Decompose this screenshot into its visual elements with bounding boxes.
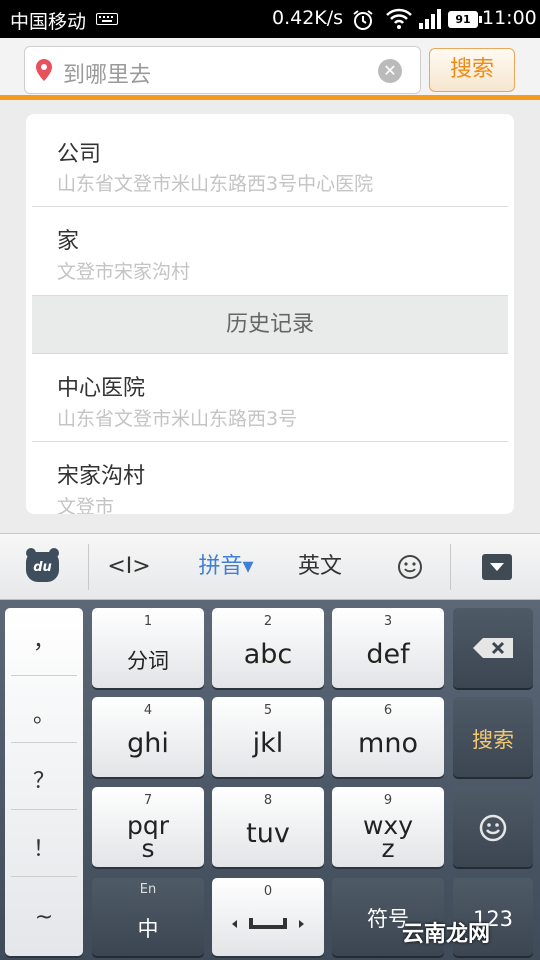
key-label: jkl xyxy=(252,728,284,759)
key-3-def[interactable]: 3 def xyxy=(332,608,444,688)
history-section-header: 历史记录 xyxy=(32,296,508,354)
smiley-icon[interactable] xyxy=(386,534,434,600)
watermark: 云南龙网 xyxy=(402,922,491,947)
key-8-tuv[interactable]: 8 tuv xyxy=(212,787,324,867)
alarm-icon xyxy=(352,9,374,36)
key-label: ghi xyxy=(127,728,169,759)
key-1-segment[interactable]: 1 分词 xyxy=(92,608,204,688)
location-pin-icon xyxy=(36,59,52,81)
history-item[interactable]: 宋家沟村 文登市 xyxy=(32,442,508,514)
punctuation-key-question[interactable]: ？ xyxy=(5,748,83,815)
punctuation-divider xyxy=(11,675,77,676)
keyboard-toolbar: du <I> 拼音▾ 英文 xyxy=(0,533,540,600)
emoji-key[interactable] xyxy=(453,787,533,867)
punctuation-key-exclamation[interactable]: ！ xyxy=(5,816,83,883)
space-bar-icon xyxy=(232,918,304,929)
network-rate: 0.42K/s xyxy=(272,7,344,29)
key-number: 1 xyxy=(143,614,153,629)
key-number: 7 xyxy=(143,793,153,808)
favorite-address: 文登市宋家沟村 xyxy=(57,261,191,283)
punctuation-key-period[interactable]: 。 xyxy=(5,682,83,749)
space-key[interactable]: 0 xyxy=(212,878,324,956)
history-title: 宋家沟村 xyxy=(57,464,146,489)
key-9-wxyz[interactable]: 9 wxy z xyxy=(332,787,444,867)
history-title: 中心医院 xyxy=(57,376,146,401)
status-bar: 中国移动 0.42K/s 91 11:00 xyxy=(0,0,540,38)
key-4-ghi[interactable]: 4 ghi xyxy=(92,697,204,777)
key-label: def xyxy=(366,639,410,670)
history-address: 文登市 xyxy=(57,496,115,514)
favorite-item-company[interactable]: 公司 山东省文登市米山东路西3号中心医院 xyxy=(32,114,508,207)
key-number: 3 xyxy=(383,614,393,629)
key-number: 2 xyxy=(263,614,273,629)
punctuation-key-comma[interactable]: ， xyxy=(5,608,83,675)
punctuation-divider xyxy=(11,742,77,743)
search-placeholder: 到哪里去 xyxy=(63,63,152,88)
toolbar-divider xyxy=(88,544,89,590)
search-header: 到哪里去 ✕ 搜索 xyxy=(0,38,540,100)
key-label: pqr s xyxy=(126,811,170,863)
key-2-abc[interactable]: 2 abc xyxy=(212,608,324,688)
header-divider xyxy=(0,95,540,100)
language-switch-key[interactable]: En 中 xyxy=(92,878,204,956)
key-number: 0 xyxy=(263,884,273,899)
favorite-item-home[interactable]: 家 文登市宋家沟村 xyxy=(32,207,508,296)
punctuation-divider xyxy=(11,809,77,810)
search-input[interactable]: 到哪里去 ✕ xyxy=(24,46,421,94)
key-label: abc xyxy=(243,639,293,670)
punctuation-key-tilde[interactable]: ~ xyxy=(5,884,83,951)
favorite-title: 家 xyxy=(57,229,80,254)
collapse-keyboard-icon[interactable] xyxy=(482,554,512,580)
key-7-pqrs[interactable]: 7 pqr s xyxy=(92,787,204,867)
history-header-label: 历史记录 xyxy=(225,312,314,337)
key-number: 5 xyxy=(263,703,273,718)
english-mode-tab[interactable]: 英文 xyxy=(284,534,356,600)
smiley-icon xyxy=(479,814,507,842)
key-label: 分词 xyxy=(127,649,169,673)
backspace-key[interactable] xyxy=(453,608,533,688)
punctuation-column: ， 。 ？ ！ ~ xyxy=(5,608,83,956)
punctuation-divider xyxy=(11,876,77,877)
carrier-name: 中国移动 xyxy=(10,11,87,33)
favorite-title: 公司 xyxy=(57,142,102,167)
history-address: 山东省文登市米山东路西3号 xyxy=(57,408,298,430)
lang-key-top: En xyxy=(139,882,157,897)
key-label: wxy z xyxy=(362,811,414,863)
key-5-jkl[interactable]: 5 jkl xyxy=(212,697,324,777)
wifi-icon xyxy=(386,8,412,35)
clock: 11:00 xyxy=(482,7,537,29)
history-item[interactable]: 中心医院 山东省文登市米山东路西3号 xyxy=(32,354,508,442)
key-number: 9 xyxy=(383,793,393,808)
key-label: tuv xyxy=(246,818,290,849)
keyboard: ， 。 ？ ！ ~ 1 分词 2 abc 3 def 4 ghi 5 jkl 6… xyxy=(0,600,540,960)
key-number: 4 xyxy=(143,703,153,718)
key-number: 8 xyxy=(263,793,273,808)
key-number: 6 xyxy=(383,703,393,718)
search-button[interactable]: 搜索 xyxy=(429,48,515,92)
clear-icon[interactable]: ✕ xyxy=(378,59,402,83)
lang-key-label: 中 xyxy=(137,917,159,941)
signal-icon xyxy=(418,9,442,34)
du-logo-icon[interactable]: du xyxy=(26,548,59,582)
location-list: 公司 山东省文登市米山东路西3号中心医院 家 文登市宋家沟村 历史记录 中心医院… xyxy=(26,114,514,514)
cursor-mode-button[interactable]: <I> xyxy=(100,534,158,600)
favorite-address: 山东省文登市米山东路西3号中心医院 xyxy=(57,173,374,195)
battery-indicator: 91 xyxy=(448,11,482,28)
backspace-icon xyxy=(473,638,513,658)
pinyin-mode-tab[interactable]: 拼音▾ xyxy=(186,534,266,600)
toolbar-divider xyxy=(450,544,451,590)
search-key[interactable]: 搜索 xyxy=(453,697,533,777)
key-6-mno[interactable]: 6 mno xyxy=(332,697,444,777)
search-key-label: 搜索 xyxy=(472,728,514,752)
keyboard-indicator-icon xyxy=(96,13,118,25)
key-label: mno xyxy=(358,728,418,759)
